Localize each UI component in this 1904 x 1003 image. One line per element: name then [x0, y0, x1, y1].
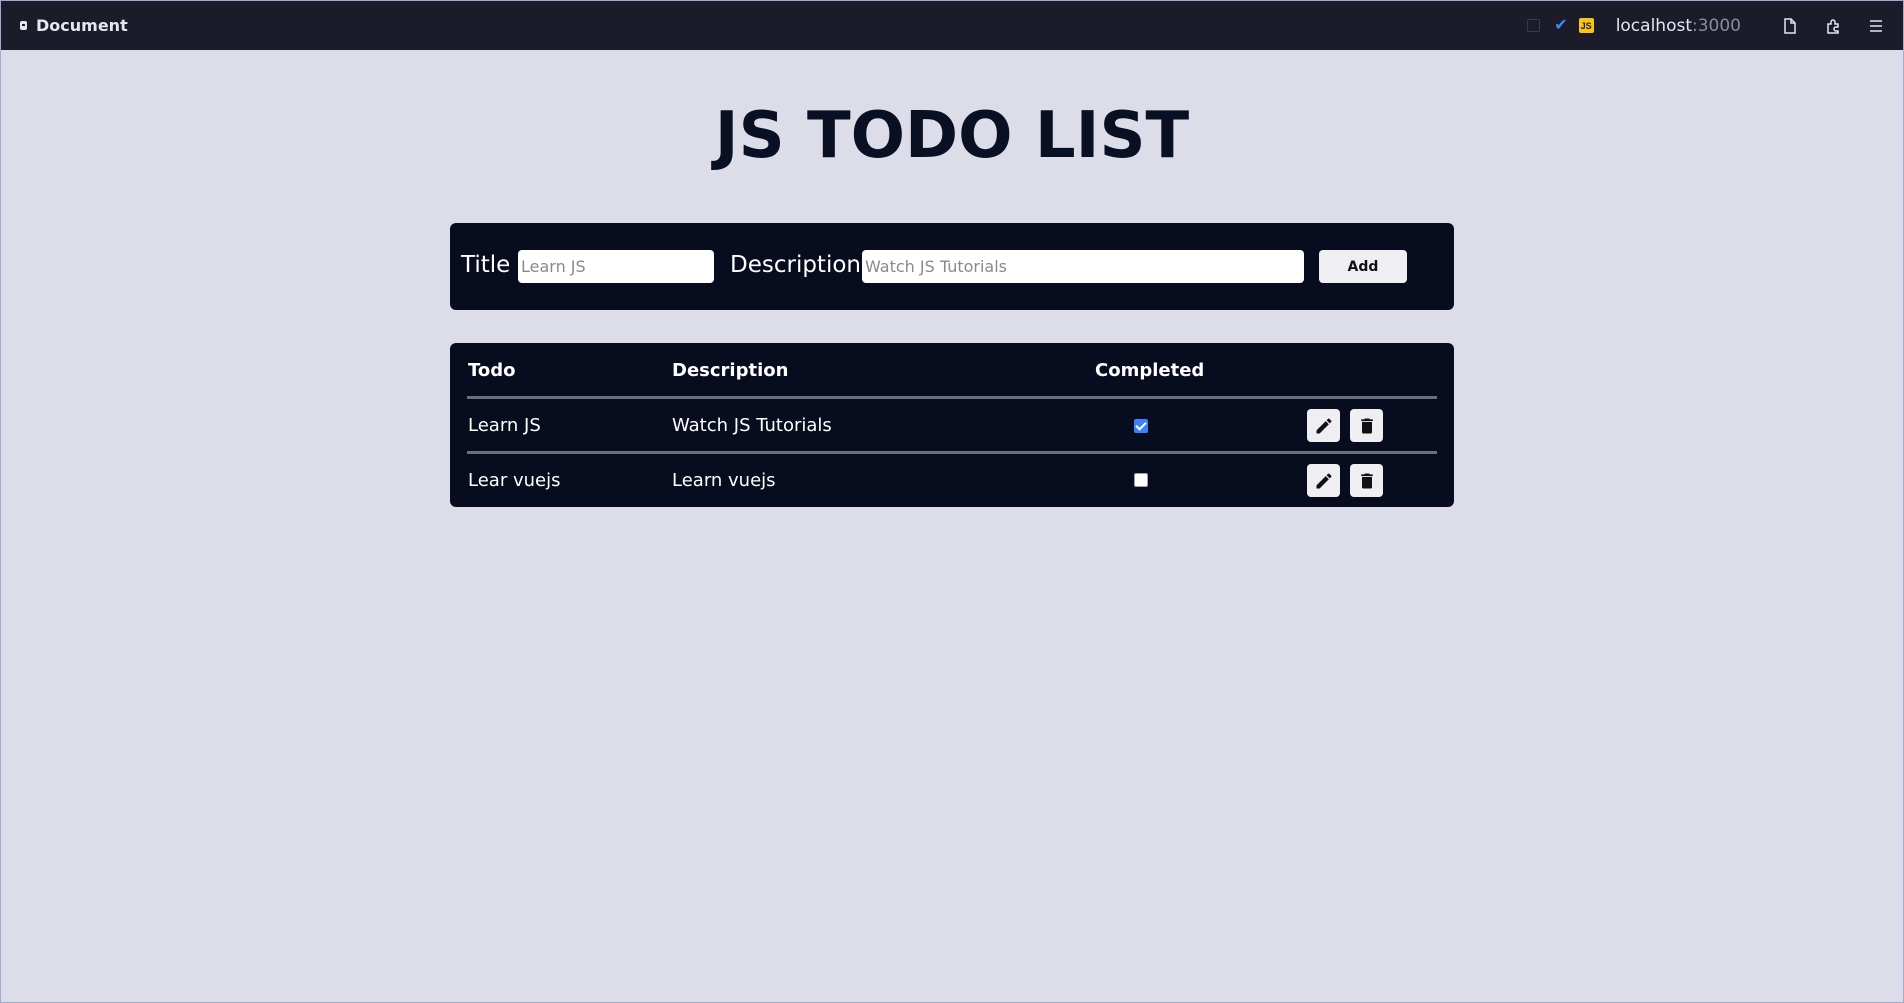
trash-icon — [1360, 418, 1373, 433]
description-label: Description — [730, 252, 861, 278]
address-bar[interactable]: localhost:3000 — [1616, 16, 1741, 36]
browser-top-bar: Document ✔ JS localhost:3000 — [1, 1, 1903, 50]
description-cell: Learn vuejs — [672, 470, 776, 491]
page-icon[interactable] — [1781, 17, 1799, 35]
browser-toolbar: ✔ JS localhost:3000 — [1527, 1, 1903, 50]
todo-cell: Lear vuejs — [468, 470, 561, 491]
url-port: :3000 — [1692, 15, 1741, 36]
title-input[interactable] — [518, 250, 714, 283]
pencil-icon — [1316, 417, 1332, 433]
menu-icon[interactable] — [1867, 17, 1885, 35]
browser-tab[interactable]: Document — [20, 16, 128, 35]
completed-checkbox[interactable] — [1134, 473, 1148, 487]
checkmark-extension-icon[interactable]: ✔ — [1554, 17, 1567, 34]
todo-cell: Learn JS — [468, 415, 541, 436]
extensions-puzzle-icon[interactable] — [1824, 17, 1842, 35]
trash-icon — [1360, 473, 1373, 488]
delete-button[interactable] — [1350, 464, 1383, 497]
completed-checkbox[interactable] — [1134, 419, 1148, 433]
url-host: localhost — [1615, 15, 1692, 36]
header-description: Description — [672, 360, 789, 381]
tab-title: Document — [36, 16, 128, 35]
add-todo-form: Title Description Add — [450, 223, 1454, 310]
todo-table: Todo Description Completed Learn JS Watc… — [450, 343, 1454, 507]
page-title: JS TODO LIST — [714, 99, 1190, 173]
pencil-icon — [1316, 472, 1332, 488]
description-input[interactable] — [862, 250, 1304, 283]
title-label: Title — [461, 252, 511, 278]
add-button[interactable]: Add — [1319, 250, 1407, 283]
document-icon — [20, 21, 27, 30]
row-divider — [467, 396, 1437, 399]
edit-button[interactable] — [1307, 409, 1340, 442]
extension-square-icon[interactable] — [1527, 19, 1541, 32]
header-completed: Completed — [1095, 360, 1205, 381]
header-todo: Todo — [468, 360, 516, 381]
delete-button[interactable] — [1350, 409, 1383, 442]
edit-button[interactable] — [1307, 464, 1340, 497]
row-divider — [467, 451, 1437, 454]
description-cell: Watch JS Tutorials — [672, 415, 832, 436]
js-extension-icon[interactable]: JS — [1578, 18, 1594, 33]
